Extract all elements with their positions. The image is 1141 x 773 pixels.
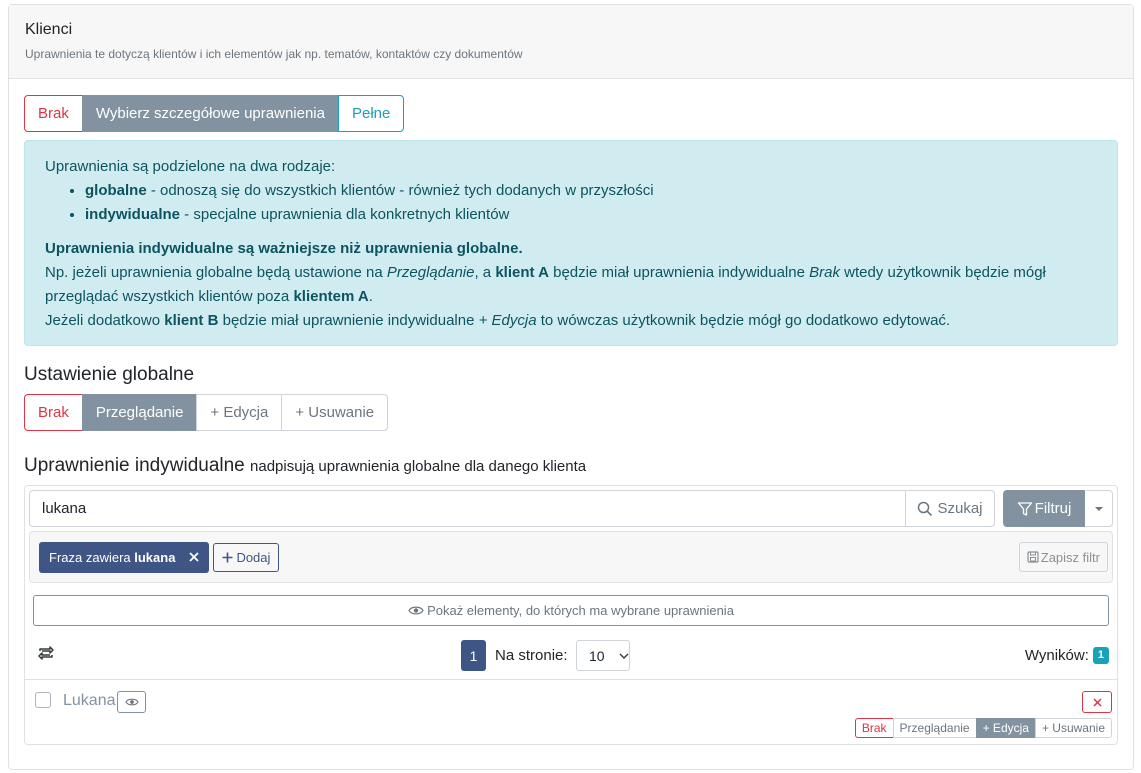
card-body: Brak Wybierz szczegółowe uprawnienia Peł… xyxy=(9,79,1133,761)
card-subtitle: Uprawnienia te dotyczą klientów i ich el… xyxy=(25,47,523,61)
list-item: Lukana Brak Przeglądanie + Edycja + Usuw… xyxy=(25,679,1117,747)
list-item: globalne - odnoszą się do wszystkich kli… xyxy=(85,179,1097,203)
global-edit-button[interactable]: + Edycja xyxy=(196,394,283,431)
eye-icon xyxy=(124,697,139,707)
add-filter-label: Dodaj xyxy=(236,549,271,565)
per-page-select[interactable]: 10 xyxy=(576,640,630,671)
filter-chip: Fraza zawiera lukana xyxy=(39,541,210,573)
search-button[interactable]: Szukaj xyxy=(905,490,995,527)
show-permitted-label: Pokaż elementy, do których ma wybrane up… xyxy=(427,603,734,618)
example-1: Np. jeżeli uprawnienia globalne będą ust… xyxy=(45,264,1046,305)
item-permission-selector: Brak Przeglądanie + Edycja + Usuwanie xyxy=(854,718,1112,738)
add-filter-button[interactable]: Dodaj xyxy=(213,542,280,572)
save-filter-label: Zapisz filtr xyxy=(1040,549,1100,565)
global-view-button[interactable]: Przeglądanie xyxy=(81,394,198,431)
global-setting-title: Ustawienie globalne xyxy=(24,364,195,385)
chevron-down-icon xyxy=(619,653,629,659)
results-count: Wyników: 1 xyxy=(1025,647,1109,664)
info-alert: Uprawnienia są podzielone na dwa rodzaje… xyxy=(24,140,1118,346)
important-note: Uprawnienia indywidualne są ważniejsze n… xyxy=(45,240,523,257)
pagination-row: 1 Na stronie: 10 Wyników: 1 xyxy=(25,635,1117,679)
search-row: lukana Szukaj Filtruj xyxy=(25,486,1117,531)
search-input[interactable]: lukana xyxy=(29,490,905,527)
example-2: Jeżeli dodatkowo klient B będzie miał up… xyxy=(45,312,951,329)
global-none-button[interactable]: Brak xyxy=(24,394,83,431)
mode-selector: Brak Wybierz szczegółowe uprawnienia Peł… xyxy=(24,95,405,132)
page-1-button[interactable]: 1 xyxy=(461,640,486,671)
filter-icon xyxy=(1017,501,1033,517)
list-item: indywidualne - specjalne uprawnienia dla… xyxy=(85,203,1097,227)
item-edit-button[interactable]: + Edycja xyxy=(975,718,1036,738)
active-filters-row: Fraza zawiera lukana Dodaj Zapisz filtr xyxy=(29,531,1113,583)
card-header: Klienci Uprawnienia te dotyczą klientów … xyxy=(9,5,1133,79)
type-term: indywidualne xyxy=(85,206,181,223)
mode-none-button[interactable]: Brak xyxy=(24,95,83,132)
save-filter-button[interactable]: Zapisz filtr xyxy=(1018,542,1108,572)
filter-button-label: Filtruj xyxy=(1034,500,1072,517)
mode-full-button[interactable]: Pełne xyxy=(337,95,405,132)
per-page-label: Na stronie: xyxy=(495,647,568,664)
permission-types-list: globalne - odnoszą się do wszystkich kli… xyxy=(45,179,1097,227)
global-delete-button[interactable]: + Usuwanie xyxy=(281,394,389,431)
plus-icon xyxy=(222,552,233,563)
individual-title: Uprawnienie indywidualne xyxy=(24,455,245,476)
item-delete-button[interactable]: + Usuwanie xyxy=(1034,718,1112,738)
item-view-button[interactable]: Przeglądanie xyxy=(892,718,977,738)
close-icon[interactable] xyxy=(189,552,200,562)
filter-dropdown-toggle[interactable] xyxy=(1086,490,1113,527)
mode-detailed-button[interactable]: Wybierz szczegółowe uprawnienia xyxy=(81,95,339,132)
individual-subtitle: nadpisują uprawnienia globalne dla daneg… xyxy=(250,458,587,475)
show-permitted-elements-button[interactable]: Pokaż elementy, do których ma wybrane up… xyxy=(33,595,1109,626)
type-desc: - specjalne uprawnienia dla konkretnych … xyxy=(180,206,510,223)
global-permission-selector: Brak Przeglądanie + Edycja + Usuwanie xyxy=(24,394,389,431)
clients-permissions-card: Klienci Uprawnienia te dotyczą klientów … xyxy=(8,4,1134,770)
results-badge: 1 xyxy=(1092,647,1109,664)
results-label: Wyników: xyxy=(1024,647,1089,664)
type-term: globalne xyxy=(85,182,147,199)
eye-icon xyxy=(408,605,424,616)
type-desc: - odnoszą się do wszystkich klientów - r… xyxy=(146,182,654,199)
item-preview-button[interactable] xyxy=(117,691,146,713)
chevron-down-icon xyxy=(1094,506,1104,512)
refresh-icon[interactable] xyxy=(37,646,55,660)
close-icon xyxy=(1092,697,1102,707)
individual-panel: lukana Szukaj Filtruj Fraza zawiera luka… xyxy=(24,485,1118,745)
item-name[interactable]: Lukana xyxy=(63,692,116,710)
item-none-button[interactable]: Brak xyxy=(854,718,894,738)
item-remove-button[interactable] xyxy=(1082,691,1112,713)
filter-button[interactable]: Filtruj xyxy=(1003,490,1085,527)
item-checkbox[interactable] xyxy=(35,692,51,708)
info-intro: Uprawnienia są podzielone na dwa rodzaje… xyxy=(45,158,336,175)
card-title: Klienci xyxy=(25,21,73,38)
per-page-value: 10 xyxy=(589,647,605,664)
filter-chip-label: Fraza zawiera lukana xyxy=(49,549,176,565)
save-icon xyxy=(1027,551,1039,563)
search-icon xyxy=(917,501,933,517)
individual-title-row: Uprawnienie indywidualne nadpisują upraw… xyxy=(24,455,1118,477)
search-button-label: Szukaj xyxy=(937,500,983,517)
